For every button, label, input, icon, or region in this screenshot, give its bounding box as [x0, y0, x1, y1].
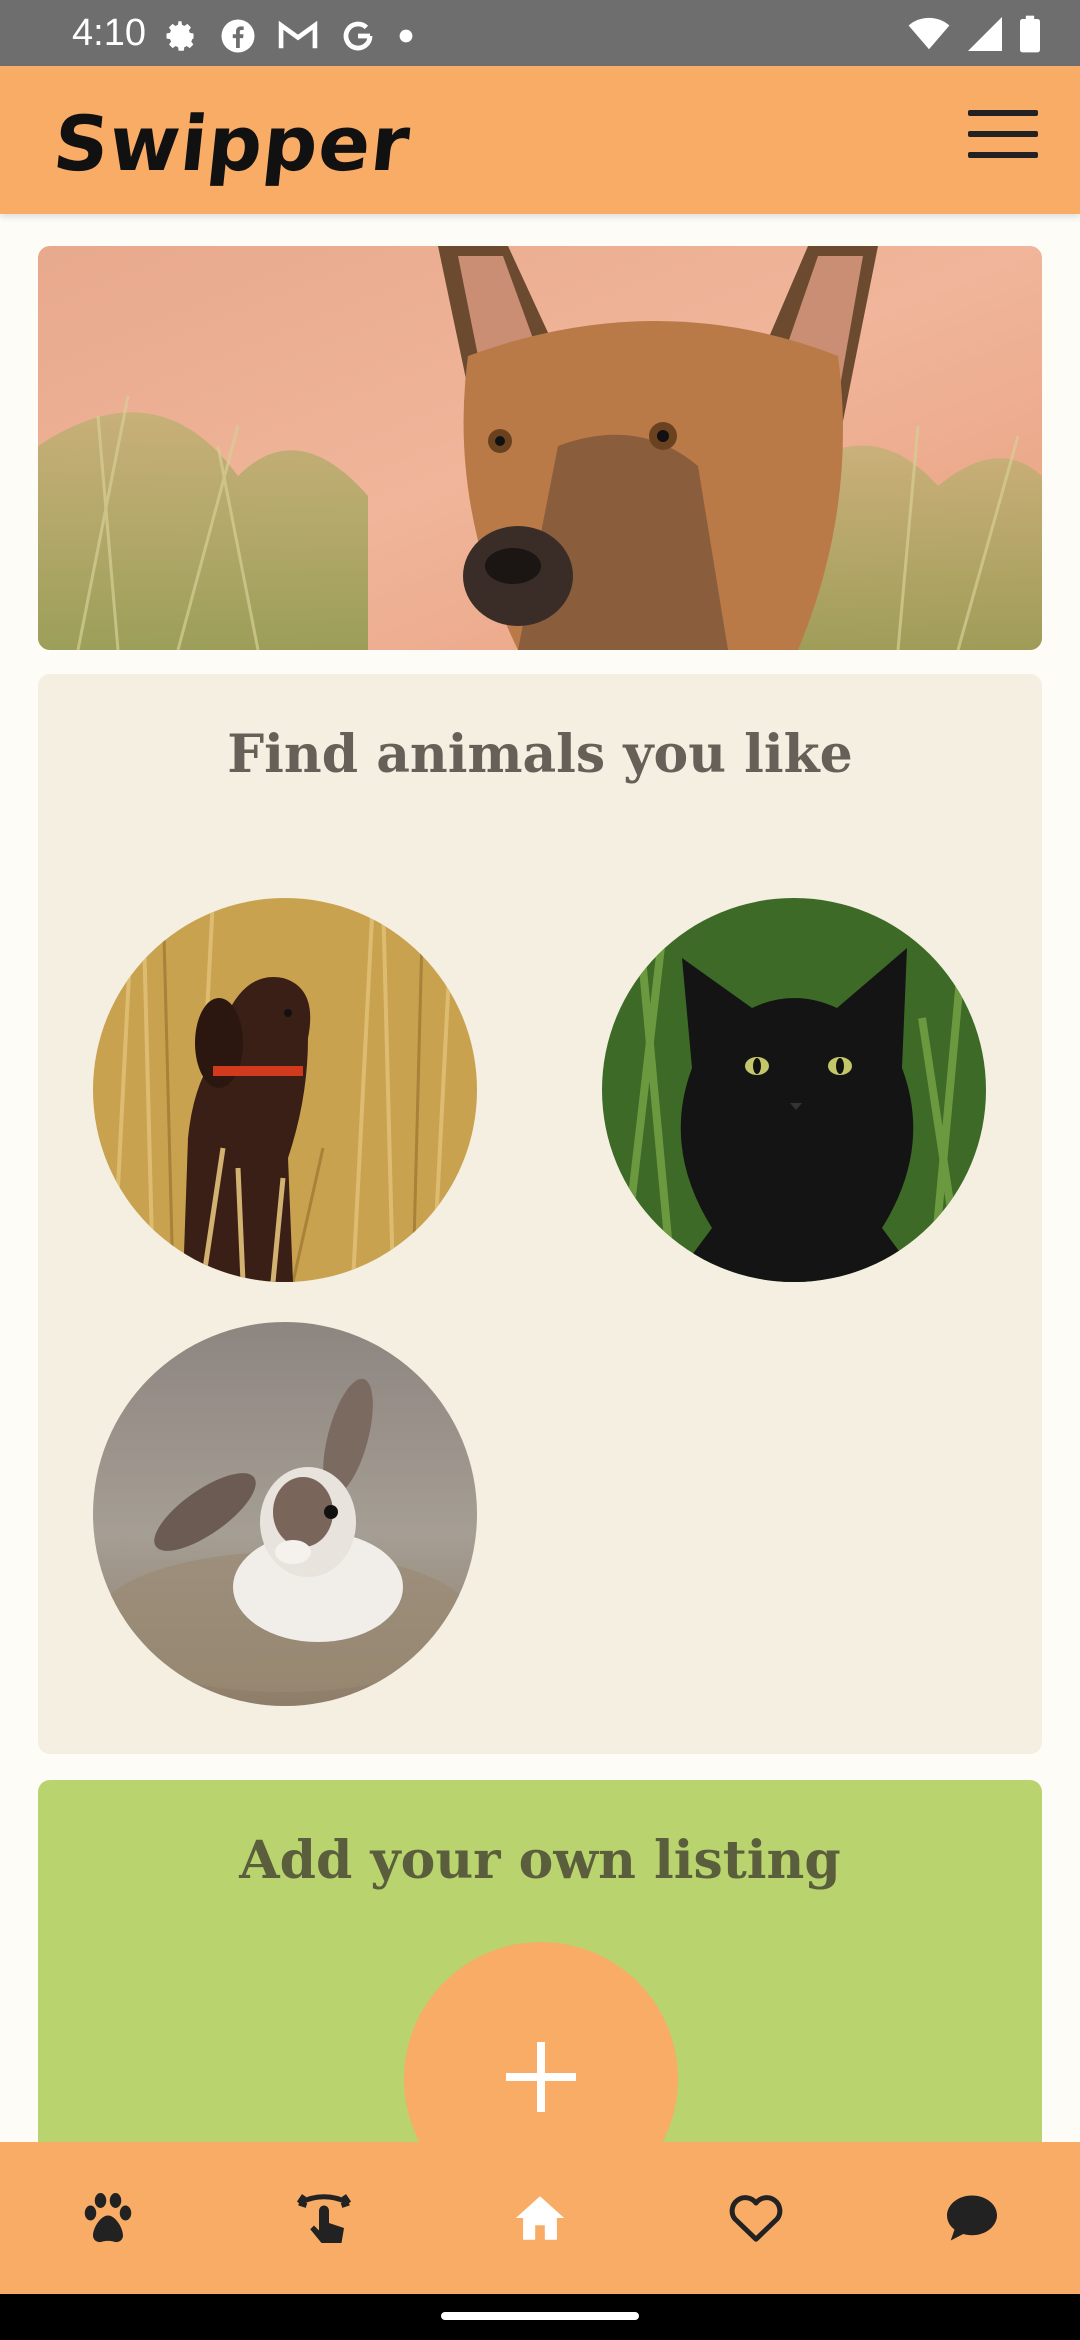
status-time: 4:10: [72, 12, 146, 54]
signal-icon: [968, 17, 1002, 51]
nav-animals[interactable]: [63, 2173, 153, 2263]
google-icon: [343, 21, 373, 51]
chat-icon: [947, 2195, 997, 2241]
battery-icon: [1020, 15, 1040, 53]
gmail-icon: [278, 20, 318, 49]
facebook-icon: [221, 19, 255, 53]
nav-messages[interactable]: [927, 2173, 1017, 2263]
home-gesture-handle[interactable]: [441, 2312, 639, 2320]
wifi-icon: [908, 17, 950, 50]
swipe-icon: [296, 2194, 352, 2243]
find-animals-card: Find animals you like: [38, 674, 1042, 1754]
nav-home[interactable]: [495, 2173, 585, 2263]
heart-icon: [729, 2195, 783, 2242]
settings-icon: [166, 21, 194, 51]
system-gesture-bar: [0, 2294, 1080, 2340]
bottom-navigation: [0, 2142, 1080, 2294]
animal-photo-cat[interactable]: [602, 898, 986, 1282]
status-bar: 4:10: [0, 0, 1080, 66]
dot-icon: [399, 29, 413, 43]
hero-dog-image: [38, 246, 1042, 650]
home-icon: [515, 2196, 565, 2240]
nav-swipe[interactable]: [279, 2173, 369, 2263]
nav-favorites[interactable]: [711, 2173, 801, 2263]
find-animals-title: Find animals you like: [227, 724, 853, 785]
hamburger-menu-icon[interactable]: [968, 110, 1038, 166]
add-listing-title: Add your own listing: [239, 1830, 841, 1891]
app-logo[interactable]: Swipper: [49, 99, 414, 188]
animal-photo-dog[interactable]: [93, 898, 477, 1282]
add-listing-card: Add your own listing: [38, 1780, 1042, 2180]
animal-photo-rabbit[interactable]: [93, 1322, 477, 1706]
paw-icon: [84, 2193, 132, 2243]
app-bar: Swipper: [0, 66, 1080, 214]
